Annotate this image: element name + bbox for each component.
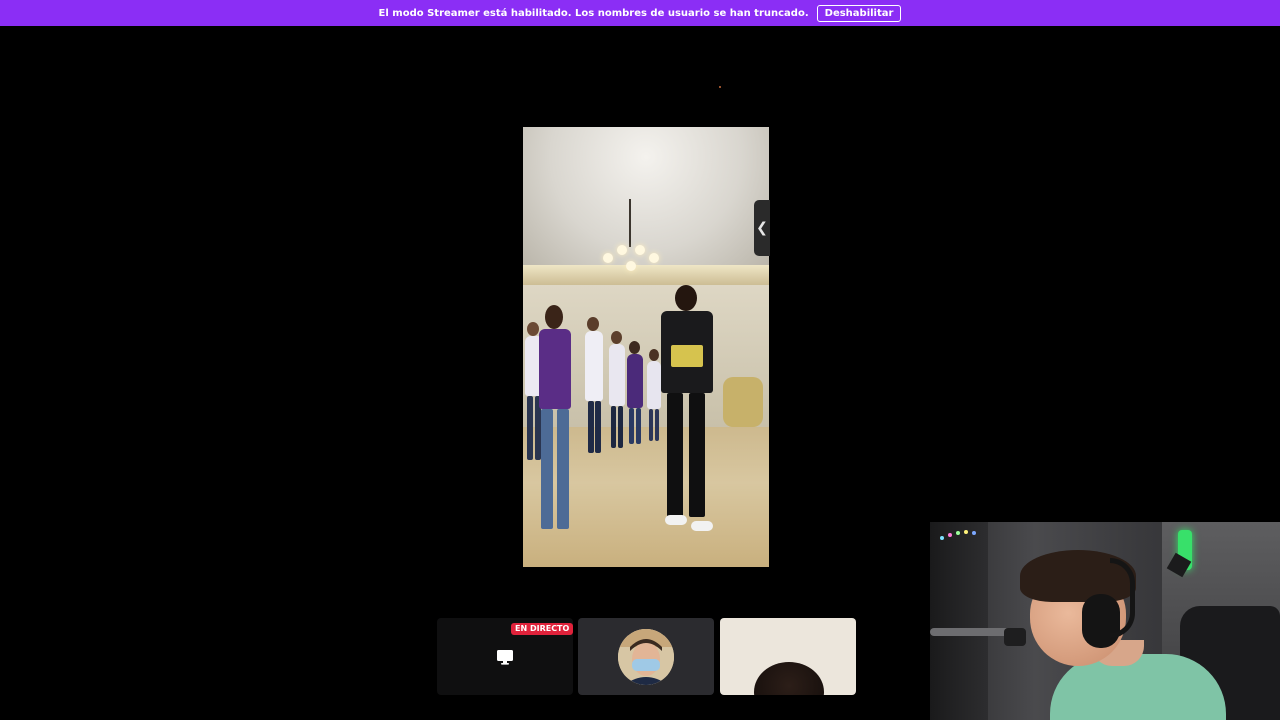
streamer-mode-banner: El modo Streamer está habilitado. Los no… — [0, 0, 1280, 26]
webcam-mic-arm — [930, 628, 1010, 636]
participant-tile-screen-share[interactable]: EN DIRECTO — [437, 618, 573, 695]
participant-tile-camera[interactable] — [720, 618, 856, 695]
chevron-left-icon: ❮ — [756, 220, 768, 236]
stray-dot — [719, 86, 721, 88]
webcam-headset-band — [1110, 558, 1135, 638]
participant-tile-avatar[interactable] — [578, 618, 714, 695]
streamer-mode-message: El modo Streamer está habilitado. Los no… — [378, 7, 809, 19]
live-badge: EN DIRECTO — [511, 623, 573, 635]
main-stream-video[interactable] — [523, 127, 769, 567]
chandelier-rod — [629, 199, 631, 247]
collapse-sidebar-button[interactable]: ❮ — [754, 200, 770, 256]
webcam-string-lights — [938, 528, 978, 540]
streamer-webcam-overlay — [930, 522, 1280, 720]
chandelier — [603, 243, 659, 277]
webcam-door — [930, 522, 988, 720]
app-root: El modo Streamer está habilitado. Los no… — [0, 0, 1280, 720]
webcam-microphone — [1004, 628, 1026, 646]
screen-share-icon — [497, 650, 513, 665]
disable-streamer-mode-button[interactable]: Deshabilitar — [816, 4, 902, 22]
camera-feed — [754, 662, 824, 695]
user-avatar — [618, 629, 674, 685]
